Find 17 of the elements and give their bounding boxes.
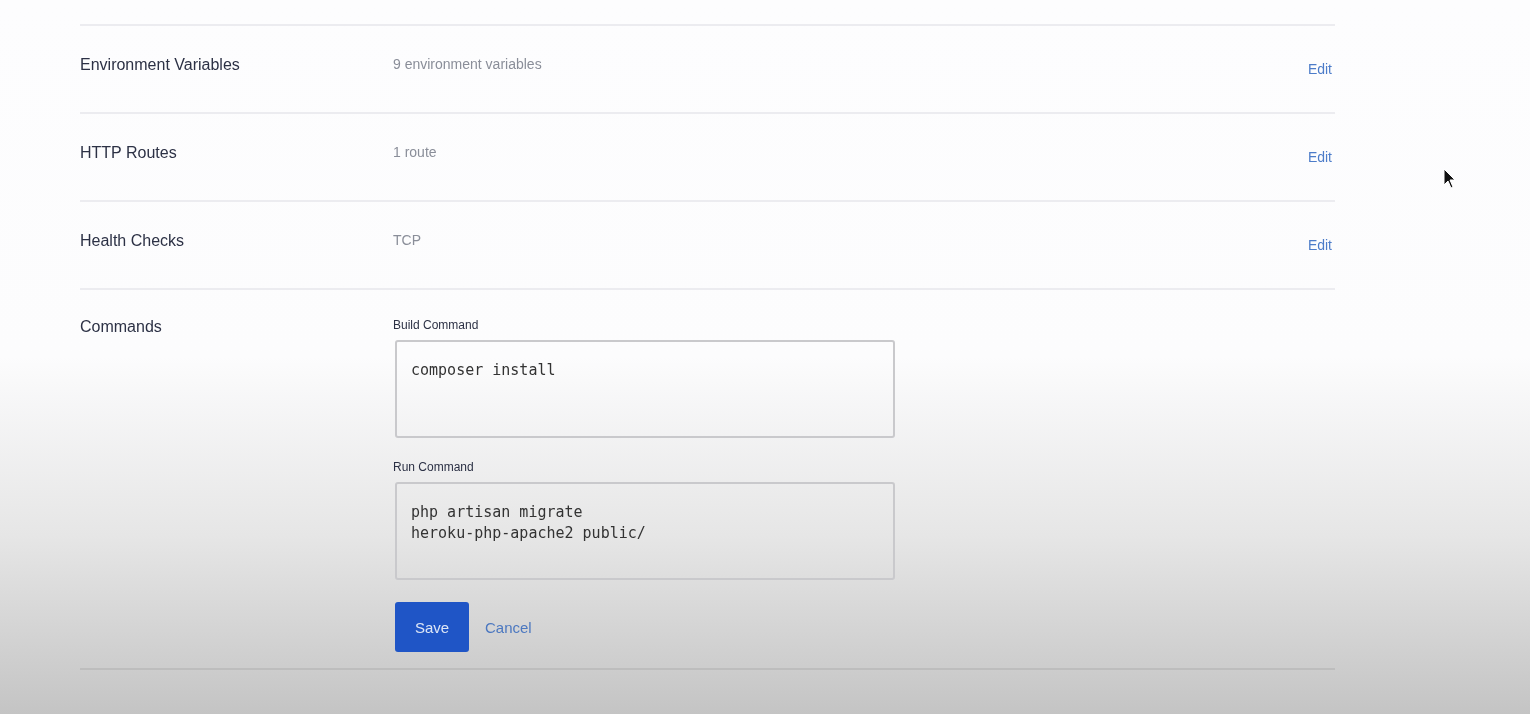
field-label: Build Command — [393, 318, 480, 332]
command-field[interactable]: php artisan migrate heroku-php-apache2 public/ — [395, 482, 895, 580]
edit-link[interactable]: Edit — [1307, 149, 1332, 165]
edit-link[interactable]: Edit — [1307, 237, 1332, 253]
command-field[interactable]: composer install — [395, 340, 895, 438]
setting-label: Commands — [80, 318, 163, 336]
field-label: Run Command — [393, 460, 475, 474]
setting-label: HTTP Routes — [80, 144, 178, 162]
setting-label: Environment Variables — [80, 56, 241, 74]
setting-label: Health Checks — [80, 232, 186, 250]
cancel-link[interactable]: Cancel — [485, 618, 532, 636]
setting-value: 9 environment variables — [393, 56, 542, 72]
setting-value: TCP — [393, 232, 421, 248]
setting-value: 1 route — [393, 144, 437, 160]
save-button[interactable]: Save — [395, 602, 469, 652]
cursor-icon — [1443, 168, 1457, 190]
edit-link[interactable]: Edit — [1307, 61, 1332, 77]
